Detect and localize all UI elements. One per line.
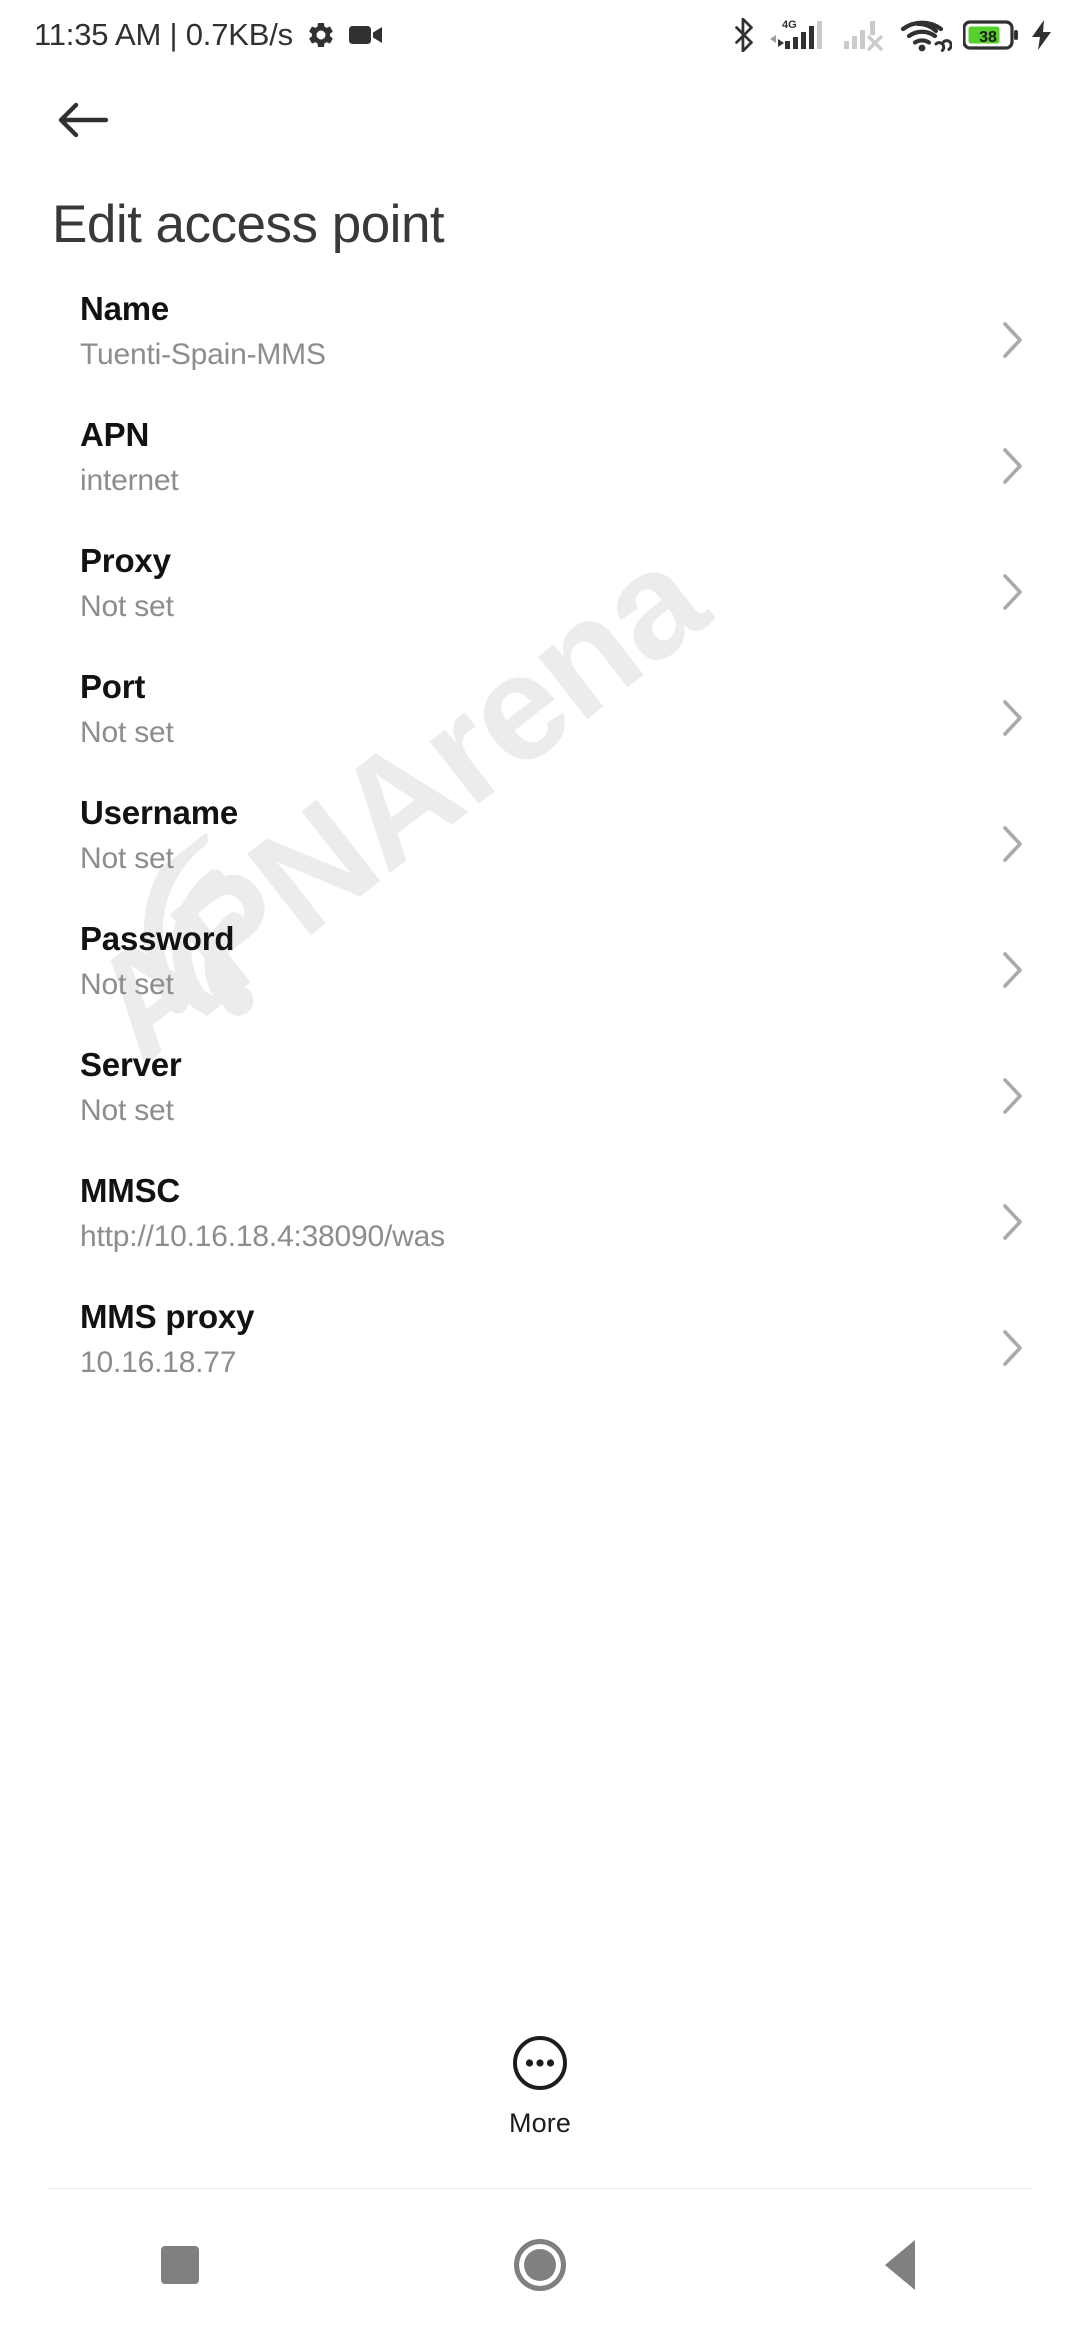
back-button[interactable] bbox=[46, 83, 120, 157]
battery-icon: 38 bbox=[963, 20, 1018, 50]
back-triangle-icon bbox=[885, 2240, 915, 2290]
row-text-group: APN internet bbox=[80, 415, 990, 500]
nav-recents-button[interactable] bbox=[0, 2190, 360, 2340]
chevron-right-icon bbox=[990, 569, 1036, 615]
status-bar-left: 11:35 AM | 0.7KB/s bbox=[34, 17, 383, 53]
chevron-right-icon bbox=[990, 695, 1036, 741]
row-title: Port bbox=[80, 668, 146, 705]
chevron-right-icon bbox=[990, 821, 1036, 867]
row-value: http://10.16.18.4:38090/was bbox=[80, 1219, 445, 1253]
row-value: Not set bbox=[80, 1093, 174, 1127]
signal-4g-icon: 4G bbox=[770, 19, 822, 49]
row-text-group: MMS proxy 10.16.18.77 bbox=[80, 1297, 990, 1382]
setting-row-username[interactable]: Username Not set bbox=[0, 783, 1080, 909]
nav-back-button[interactable] bbox=[720, 2190, 1080, 2340]
setting-row-password[interactable]: Password Not set bbox=[0, 909, 1080, 1035]
wifi-link-icon bbox=[900, 20, 952, 52]
chevron-right-icon bbox=[990, 443, 1036, 489]
nav-home-button[interactable] bbox=[360, 2190, 720, 2340]
chevron-right-icon bbox=[990, 1199, 1036, 1245]
charging-bolt-icon bbox=[1032, 20, 1051, 50]
row-title: Server bbox=[80, 1046, 182, 1083]
gear-icon bbox=[309, 22, 333, 48]
recents-square-icon bbox=[161, 2246, 199, 2284]
status-clock-and-network-speed: 11:35 AM | 0.7KB/s bbox=[34, 17, 293, 52]
row-title: MMSC bbox=[80, 1172, 181, 1209]
phone-screen: APNArena 11:35 AM | 0.7KB/s 4G 38 Edit a… bbox=[0, 0, 1080, 2340]
setting-row-port[interactable]: Port Not set bbox=[0, 657, 1080, 783]
status-bar-right: 4G 38 bbox=[731, 17, 1054, 53]
row-value: Not set bbox=[80, 967, 174, 1001]
row-title: Proxy bbox=[80, 542, 171, 579]
setting-row-name[interactable]: Name Tuenti-Spain-MMS bbox=[0, 279, 1080, 405]
status-bar: 11:35 AM | 0.7KB/s 4G 38 bbox=[0, 0, 1080, 70]
nav-bar-divider bbox=[48, 2188, 1032, 2189]
row-value: 10.16.18.77 bbox=[80, 1345, 237, 1379]
row-text-group: MMSC http://10.16.18.4:38090/was bbox=[80, 1171, 990, 1256]
chevron-right-icon bbox=[990, 1073, 1036, 1119]
row-title: Name bbox=[80, 290, 170, 327]
row-text-group: Proxy Not set bbox=[80, 541, 990, 626]
sim2-no-service-icon bbox=[844, 21, 883, 51]
row-title: APN bbox=[80, 416, 150, 453]
row-value: Not set bbox=[80, 841, 174, 875]
row-value: Not set bbox=[80, 715, 174, 749]
more-button[interactable]: More bbox=[0, 2030, 1080, 2139]
row-title: Password bbox=[80, 920, 235, 957]
setting-row-server[interactable]: Server Not set bbox=[0, 1035, 1080, 1161]
page-title: Edit access point bbox=[52, 195, 445, 254]
video-camera-icon bbox=[348, 26, 382, 44]
setting-row-proxy[interactable]: Proxy Not set bbox=[0, 531, 1080, 657]
system-navigation-bar bbox=[0, 2190, 1080, 2340]
setting-row-mmsc[interactable]: MMSC http://10.16.18.4:38090/was bbox=[0, 1161, 1080, 1287]
row-text-group: Server Not set bbox=[80, 1045, 990, 1130]
row-value: internet bbox=[80, 463, 179, 497]
more-button-label: More bbox=[509, 2108, 571, 2138]
access-point-settings-list: Name Tuenti-Spain-MMS APN internet Proxy… bbox=[0, 255, 1080, 1413]
app-bar bbox=[0, 70, 1080, 170]
battery-percent-label: 38 bbox=[979, 29, 997, 46]
arrow-left-icon bbox=[58, 102, 109, 138]
home-circle-icon bbox=[514, 2239, 566, 2291]
setting-row-mms-proxy[interactable]: MMS proxy 10.16.18.77 bbox=[0, 1287, 1080, 1413]
row-value: Tuenti-Spain-MMS bbox=[80, 337, 326, 371]
row-title: MMS proxy bbox=[80, 1298, 255, 1335]
row-text-group: Password Not set bbox=[80, 919, 990, 1004]
chevron-right-icon bbox=[990, 317, 1036, 363]
row-text-group: Username Not set bbox=[80, 793, 990, 878]
row-title: Username bbox=[80, 794, 238, 831]
row-text-group: Port Not set bbox=[80, 667, 990, 752]
setting-row-apn[interactable]: APN internet bbox=[0, 405, 1080, 531]
svg-text:4G: 4G bbox=[782, 19, 797, 31]
more-circle-icon[interactable] bbox=[507, 2030, 573, 2096]
chevron-right-icon bbox=[990, 947, 1036, 993]
chevron-right-icon bbox=[990, 1325, 1036, 1371]
row-text-group: Name Tuenti-Spain-MMS bbox=[80, 289, 990, 374]
row-value: Not set bbox=[80, 589, 174, 623]
bluetooth-icon bbox=[735, 18, 753, 52]
